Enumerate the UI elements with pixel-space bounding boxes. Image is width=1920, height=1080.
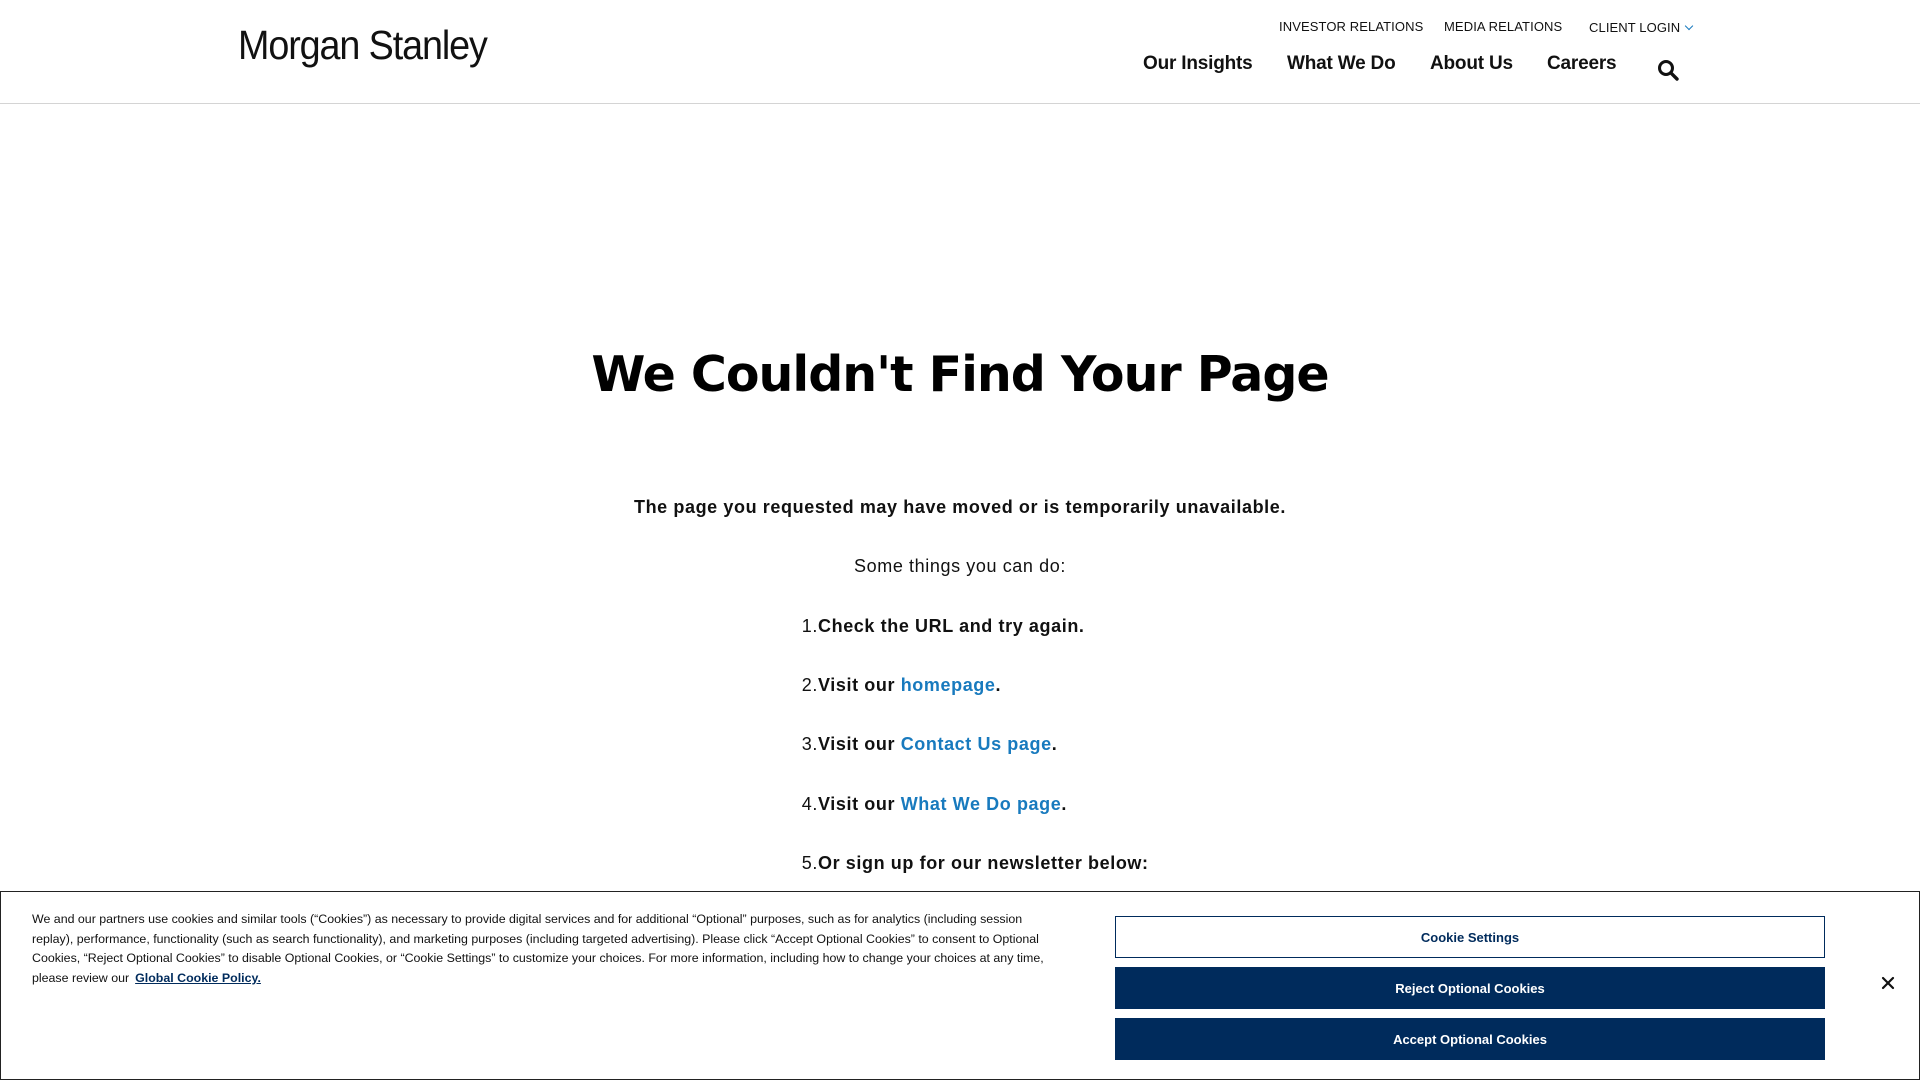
nav-our-insights[interactable]: Our Insights (1143, 53, 1253, 75)
investor-relations-link[interactable]: INVESTOR RELATIONS (1279, 19, 1423, 34)
reject-cookies-button[interactable]: Reject Optional Cookies (1115, 967, 1825, 1009)
error-message: The page you requested may have moved or… (633, 497, 1286, 517)
list-number: 3. (801, 734, 818, 754)
list-prefix: Visit our (818, 734, 901, 754)
list-item: 1. Check the URL and try again. (780, 616, 1380, 640)
list-text: Or sign up for our newsletter below: (818, 853, 1149, 873)
list-text: Visit our Contact Us page. (818, 734, 1057, 755)
suggestions-intro: Some things you can do: (854, 556, 1066, 576)
nav-careers[interactable]: Careers (1547, 53, 1617, 75)
morgan-stanley-logo[interactable]: Morgan Stanley (238, 22, 488, 69)
list-text: Visit our homepage. (818, 675, 1001, 696)
chevron-down-icon (1685, 21, 1694, 30)
list-item: 3. Visit our Contact Us page. (780, 734, 1380, 758)
list-item: 5. Or sign up for our newsletter below: (780, 853, 1380, 877)
list-prefix: Visit our (818, 794, 901, 814)
cookie-policy-link[interactable]: Global Cookie Policy. (135, 971, 261, 985)
list-number: 4. (801, 794, 818, 814)
list-item: 2. Visit our homepage. (780, 675, 1380, 699)
list-text: Check the URL and try again. (818, 616, 1085, 636)
list-prefix: Visit our (818, 675, 901, 695)
cookie-settings-button[interactable]: Cookie Settings (1115, 916, 1825, 958)
search-icon[interactable] (1657, 59, 1679, 81)
nav-about-us[interactable]: About Us (1430, 53, 1513, 75)
cookie-notice-text: We and our partners use cookies and simi… (32, 910, 1062, 988)
list-number: 2. (801, 675, 818, 695)
homepage-link[interactable]: homepage (901, 675, 996, 695)
media-relations-link[interactable]: MEDIA RELATIONS (1444, 19, 1562, 34)
nav-what-we-do[interactable]: What We Do (1287, 53, 1396, 75)
page-title: We Couldn't Find Your Page (591, 346, 1329, 403)
client-login-dropdown[interactable]: CLIENT LOGIN (1589, 20, 1694, 35)
accept-cookies-button[interactable]: Accept Optional Cookies (1115, 1018, 1825, 1060)
client-login-label: CLIENT LOGIN (1589, 20, 1681, 35)
list-number: 1. (801, 616, 818, 636)
list-suffix: . (1061, 794, 1067, 814)
list-item: 4. Visit our What We Do page. (780, 794, 1380, 818)
page: Morgan Stanley INVESTOR RELATIONS MEDIA … (0, 0, 1920, 1080)
site-header: Morgan Stanley INVESTOR RELATIONS MEDIA … (0, 0, 1920, 104)
list-number: 5. (801, 853, 818, 873)
list-text: Visit our What We Do page. (818, 794, 1067, 815)
cookie-banner: We and our partners use cookies and simi… (0, 891, 1920, 1080)
contact-us-link[interactable]: Contact Us page (901, 734, 1052, 754)
what-we-do-link[interactable]: What We Do page (901, 794, 1062, 814)
close-icon[interactable] (1880, 975, 1896, 991)
list-suffix: . (995, 675, 1002, 695)
list-suffix: . (1051, 734, 1058, 754)
